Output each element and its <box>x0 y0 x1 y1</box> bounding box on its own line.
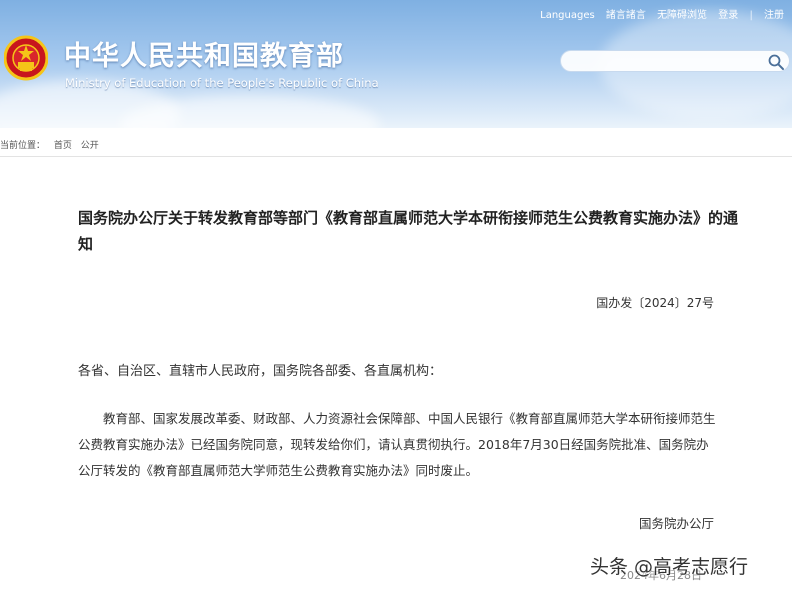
register-link[interactable]: 注册 <box>764 6 784 21</box>
breadcrumb-label: 当前位置： <box>0 141 46 151</box>
document-body: 教育部、国家发展改革委、财政部、人力资源社会保障部、中国人民银行《教育部直属师范… <box>78 411 716 478</box>
watermark: 头条 @高考志愿行 <box>590 556 749 578</box>
document-issuer: 国务院办公厅 <box>638 516 714 531</box>
login-link[interactable]: 登录 <box>718 6 738 21</box>
breadcrumb-item-public[interactable]: 公开 <box>81 141 99 151</box>
national-emblem-icon[interactable] <box>4 34 48 82</box>
simplified-chinese-link[interactable]: 諸言諸言 <box>606 6 646 21</box>
document-number: 国办发〔2024〕27号 <box>596 296 714 310</box>
document-title: 国务院办公厅关于转发教育部等部门《教育部直属师范大学本研衔接师范生公费教育实施办… <box>78 209 739 253</box>
breadcrumb: 当前位置： 首页 公开 <box>0 138 105 151</box>
site-subtitle: Ministry of Education of the People's Re… <box>65 76 379 90</box>
link-separator: | <box>749 10 753 21</box>
site-header: Languages 諸言諸言 无障碍浏览 登录 | 注册 中华人民共和国教育部 … <box>0 0 792 128</box>
search-box <box>560 50 790 72</box>
site-title[interactable]: 中华人民共和国教育部 <box>64 34 344 73</box>
accessibility-link[interactable]: 无障碍浏览 <box>657 6 707 21</box>
search-input[interactable] <box>569 53 763 71</box>
top-links: Languages 諸言諸言 无障碍浏览 登录 | 注册 <box>532 6 784 21</box>
divider <box>0 156 792 157</box>
languages-link[interactable]: Languages <box>540 10 595 21</box>
document-addressee: 各省、自治区、直辖市人民政府，国务院各部委、各直属机构： <box>78 364 443 379</box>
breadcrumb-item-home[interactable]: 首页 <box>54 141 72 151</box>
search-icon[interactable] <box>767 53 785 71</box>
